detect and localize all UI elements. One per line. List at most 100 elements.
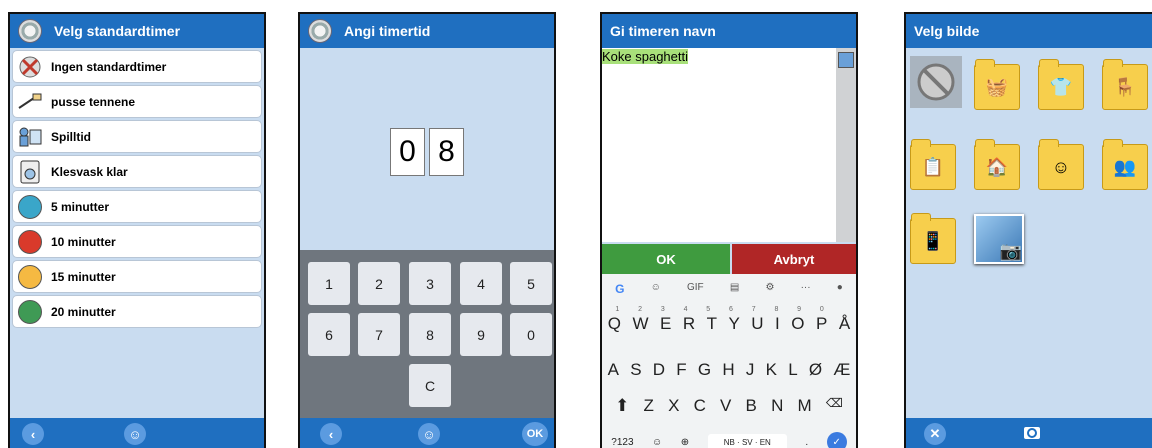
key-b[interactable]: B [746,396,757,416]
time-display: 0 8 [300,128,554,176]
key-i[interactable]: I [775,314,780,334]
clipboard-icon[interactable]: ▤ [730,282,739,296]
keyboard-row-3: ⬆ Z X C V B N M ⌫ [602,396,856,416]
key-7[interactable]: 7 [358,313,400,356]
list-item-playtime[interactable]: Spilltid [12,120,262,153]
key-ae[interactable]: Æ [833,360,850,380]
timer-name-input[interactable]: Koke spaghetti [602,48,836,242]
back-chevron-icon[interactable]: ‹ [320,423,342,445]
key-s[interactable]: S [630,360,641,380]
key-w[interactable]: W [632,314,648,334]
key-oe[interactable]: Ø [809,360,822,380]
settings-icon[interactable]: ⚙ [765,282,774,296]
back-chevron-icon[interactable]: ‹ [22,423,44,445]
more-icon[interactable]: ··· [801,282,811,296]
key-h[interactable]: H [722,360,734,380]
key-u[interactable]: U [751,314,763,334]
color-circle-icon [18,194,42,219]
key-r[interactable]: R [683,314,695,334]
key-e[interactable]: E [660,314,671,334]
backspace-icon[interactable]: ⌫ [826,396,843,416]
cancel-button[interactable]: Avbryt [732,244,856,274]
key-3[interactable]: 3 [409,262,451,305]
key-a[interactable]: A [608,360,619,380]
sticker-icon[interactable]: ☺ [651,282,661,296]
check-icon[interactable]: ✓ [826,432,847,448]
bottom-bar: ✕ [906,418,1152,448]
scrollbar[interactable] [836,48,856,242]
digit-minutes-ones[interactable]: 8 [429,128,464,176]
folder-daily-life-icon[interactable]: 🧺 [974,59,1020,110]
list-item-5-min[interactable]: 5 minutter [12,190,262,223]
list-item-15-min[interactable]: 15 minutter [12,260,262,293]
key-v[interactable]: V [720,396,731,416]
key-n[interactable]: N [771,396,783,416]
emoji-icon[interactable]: ☺ [652,437,662,448]
gif-button[interactable]: GIF [687,282,704,296]
key-9[interactable]: 9 [460,313,502,356]
key-p[interactable]: P [816,314,827,334]
key-c[interactable]: C [694,396,706,416]
list-item-20-min[interactable]: 20 minutter [12,295,262,328]
list-item-label: Ingen standardtimer [51,59,167,74]
key-4[interactable]: 4 [460,262,502,305]
folder-school-icon[interactable]: 📋 [910,139,956,190]
key-j[interactable]: J [746,360,755,380]
key-z[interactable]: Z [644,396,654,416]
folder-clothes-icon[interactable]: 👕 [1038,59,1084,110]
list-item-laundry[interactable]: Klesvask klar [12,155,262,188]
folder-furniture-icon[interactable]: 🪑 [1102,59,1148,110]
key-f[interactable]: F [676,360,686,380]
key-0[interactable]: 0 [510,313,552,356]
user-icon[interactable] [838,52,854,68]
no-image-tile[interactable] [910,56,962,108]
globe-icon[interactable]: ⊕ [681,437,689,448]
key-m[interactable]: M [798,396,812,416]
key-o[interactable]: O [791,314,804,334]
list-item-label: Klesvask klar [51,164,128,179]
user-icon[interactable]: ☺ [124,423,146,445]
list-item-10-min[interactable]: 10 minutter [12,225,262,258]
period-key[interactable]: . [805,437,808,448]
folder-people-icon[interactable]: 👥 [1102,139,1148,190]
key-q[interactable]: Q [608,314,621,334]
shift-icon[interactable]: ⬆ [615,396,629,416]
no-timer-icon [17,54,43,80]
close-icon[interactable]: ✕ [924,423,946,445]
key-d[interactable]: D [653,360,665,380]
spacebar[interactable]: NB · SV · EN [707,433,787,448]
key-k[interactable]: K [766,360,777,380]
ok-button[interactable]: OK [602,244,730,274]
bottom-bar: ‹ ☺ [10,418,264,448]
key-y[interactable]: Y [728,314,739,334]
folder-feelings-icon[interactable]: ☺ [1038,139,1084,190]
key-t[interactable]: T [707,314,717,334]
bottom-bar: ‹ ☺ OK [300,418,554,448]
ok-button[interactable]: OK [522,422,548,446]
key-8[interactable]: 8 [409,313,451,356]
numpad: 1 2 3 4 5 6 7 8 9 0 C [300,250,554,418]
key-hint: 1 [615,306,620,313]
key-hint: 0 [819,306,824,313]
key-5[interactable]: 5 [510,262,552,305]
folder-home-icon[interactable]: 🏠 [974,139,1020,190]
key-clear[interactable]: C [409,364,451,407]
mic-icon[interactable]: ● [837,282,843,296]
list-item-brush-teeth[interactable]: pusse tennene [12,85,262,118]
list-item-no-timer[interactable]: Ingen standardtimer [12,50,262,83]
google-icon[interactable]: G [615,282,624,296]
key-6[interactable]: 6 [308,313,350,356]
key-g[interactable]: G [698,360,711,380]
app-icon [308,19,332,43]
key-x[interactable]: X [668,396,679,416]
camera-icon[interactable] [1024,427,1040,439]
photo-gallery-icon[interactable]: 📷 [974,214,1024,264]
user-icon[interactable]: ☺ [418,423,440,445]
key-2[interactable]: 2 [358,262,400,305]
key-aa[interactable]: Å [839,314,850,334]
key-1[interactable]: 1 [308,262,350,305]
key-l[interactable]: L [788,360,797,380]
symbols-key[interactable]: ?123 [611,437,633,448]
digit-minutes-tens[interactable]: 0 [390,128,425,176]
folder-devices-icon[interactable]: 📱 [910,213,956,264]
